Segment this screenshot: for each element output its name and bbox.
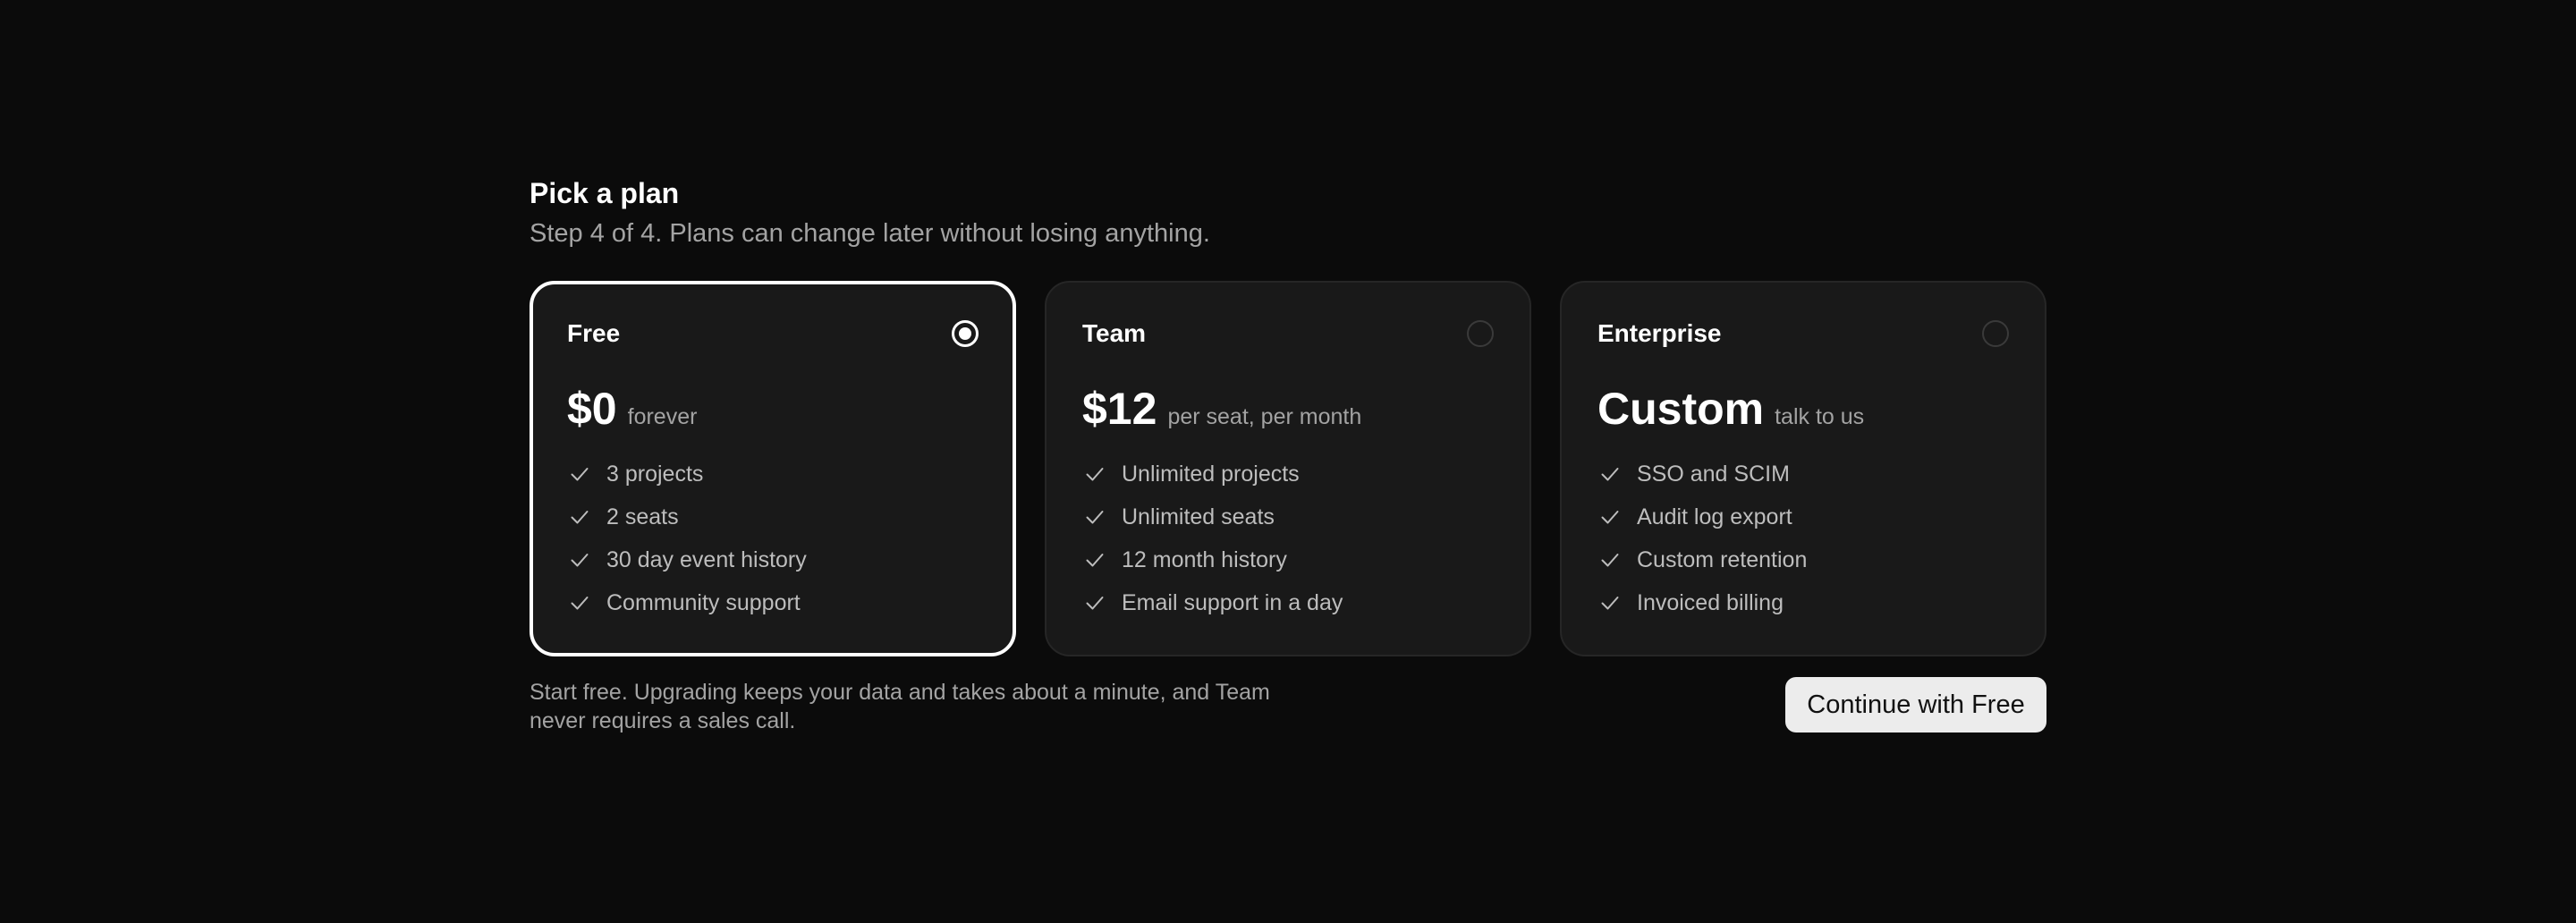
plan-price: Custom bbox=[1597, 384, 1765, 434]
feature-text: 12 month history bbox=[1122, 546, 1287, 572]
plan-card-team[interactable]: Team $12 per seat, per month Unlimited p… bbox=[1045, 281, 1531, 656]
radio-unselected-icon[interactable] bbox=[1467, 320, 1494, 347]
check-icon bbox=[571, 468, 589, 481]
check-icon bbox=[1086, 468, 1104, 481]
page-subtitle: Step 4 of 4. Plans can change later with… bbox=[530, 219, 1210, 248]
feature-item: Invoiced billing bbox=[1597, 581, 2009, 624]
feature-item: 30 day event history bbox=[567, 538, 979, 581]
check-icon bbox=[1086, 597, 1104, 610]
feature-item: Unlimited seats bbox=[1082, 495, 1494, 538]
check-icon bbox=[571, 511, 589, 524]
check-icon bbox=[1601, 597, 1619, 610]
feature-text: Invoiced billing bbox=[1637, 589, 1784, 615]
plan-price-note: forever bbox=[627, 404, 698, 429]
feature-list: Unlimited projects Unlimited seats 12 mo… bbox=[1082, 453, 1494, 624]
feature-item: 3 projects bbox=[567, 453, 979, 495]
plan-card-enterprise[interactable]: Enterprise Custom talk to us SSO and SCI… bbox=[1560, 281, 2046, 656]
feature-item: 12 month history bbox=[1082, 538, 1494, 581]
page-title: Pick a plan bbox=[530, 177, 680, 209]
feature-text: Community support bbox=[606, 589, 801, 615]
feature-item: Unlimited projects bbox=[1082, 453, 1494, 495]
plan-name: Free bbox=[567, 319, 621, 347]
feature-text: Unlimited seats bbox=[1122, 504, 1275, 529]
plan-card-free[interactable]: Free $0 forever 3 projects 2 seats 30 da… bbox=[530, 281, 1016, 656]
plan-cards: Free $0 forever 3 projects 2 seats 30 da… bbox=[530, 281, 2046, 660]
plan-footer: Start free. Upgrading keeps your data an… bbox=[530, 677, 2046, 749]
check-icon bbox=[571, 597, 589, 610]
feature-list: SSO and SCIM Audit log export Custom ret… bbox=[1597, 453, 2009, 624]
check-icon bbox=[1601, 468, 1619, 481]
plan-price-note: per seat, per month bbox=[1167, 404, 1362, 429]
plan-picker: Pick a plan Step 4 of 4. Plans can chang… bbox=[530, 175, 2046, 749]
feature-text: Unlimited projects bbox=[1122, 461, 1300, 487]
footer-note: Start free. Upgrading keeps your data an… bbox=[530, 680, 1270, 733]
feature-item: Community support bbox=[567, 581, 979, 624]
feature-item: Custom retention bbox=[1597, 538, 2009, 581]
feature-text: 3 projects bbox=[606, 461, 704, 487]
plan-price: $12 bbox=[1082, 384, 1157, 434]
check-icon bbox=[1086, 511, 1104, 524]
plan-name: Team bbox=[1082, 319, 1147, 347]
feature-text: 2 seats bbox=[606, 504, 679, 529]
continue-button[interactable]: Continue with Free bbox=[1785, 677, 2046, 732]
feature-item: Email support in a day bbox=[1082, 581, 1494, 624]
feature-text: Email support in a day bbox=[1122, 589, 1343, 615]
radio-unselected-icon[interactable] bbox=[1982, 320, 2009, 347]
check-icon bbox=[1601, 511, 1619, 524]
check-icon bbox=[1601, 554, 1619, 567]
feature-item: Audit log export bbox=[1597, 495, 2009, 538]
feature-item: SSO and SCIM bbox=[1597, 453, 2009, 495]
feature-text: SSO and SCIM bbox=[1637, 461, 1790, 487]
check-icon bbox=[571, 554, 589, 567]
feature-text: Audit log export bbox=[1637, 504, 1792, 529]
check-icon bbox=[1086, 554, 1104, 567]
feature-list: 3 projects 2 seats 30 day event history … bbox=[567, 453, 979, 624]
plan-name: Enterprise bbox=[1597, 319, 1722, 347]
plan-price-note: talk to us bbox=[1775, 404, 1865, 429]
feature-text: 30 day event history bbox=[606, 546, 807, 572]
feature-item: 2 seats bbox=[567, 495, 979, 538]
feature-text: Custom retention bbox=[1637, 546, 1808, 572]
radio-selected-icon[interactable] bbox=[952, 320, 979, 347]
plan-price: $0 bbox=[567, 384, 617, 434]
